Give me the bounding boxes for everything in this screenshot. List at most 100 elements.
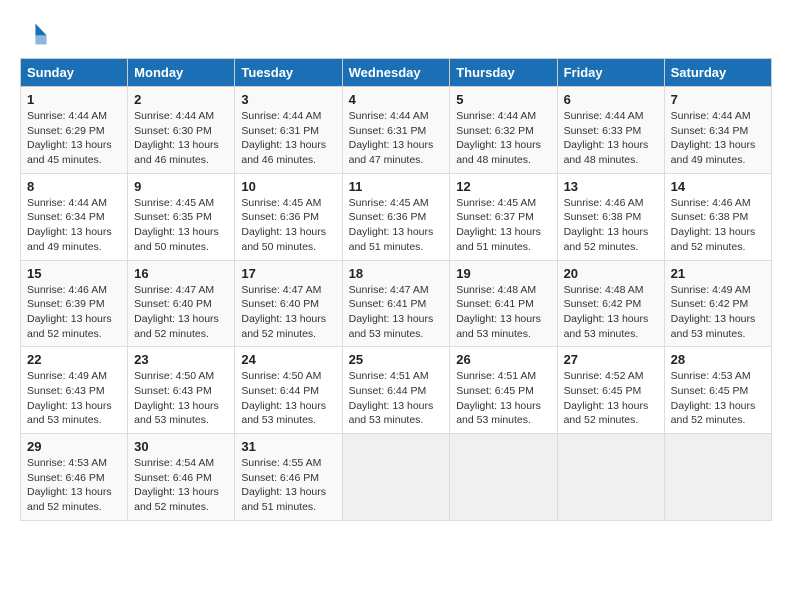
day-number: 23 [134,352,228,367]
calendar-cell: 12 Sunrise: 4:45 AMSunset: 6:37 PMDayligh… [450,173,557,260]
day-number: 3 [241,92,335,107]
day-info: Sunrise: 4:44 AMSunset: 6:32 PMDaylight:… [456,109,550,168]
calendar-cell: 16 Sunrise: 4:47 AMSunset: 6:40 PMDayligh… [128,260,235,347]
calendar-cell: 23 Sunrise: 4:50 AMSunset: 6:43 PMDayligh… [128,347,235,434]
calendar-week-1: 1Sunrise: 4:44 AMSunset: 6:29 PMDaylight… [21,87,772,174]
calendar-cell: 19Sunrise: 4:48 AMSunset: 6:41 PMDayligh… [450,260,557,347]
calendar-cell [450,434,557,521]
day-number: 16 [134,266,228,281]
calendar-header-wednesday: Wednesday [342,59,450,87]
calendar-cell: 31 Sunrise: 4:55 AMSunset: 6:46 PMDayligh… [235,434,342,521]
day-number: 2 [134,92,228,107]
day-number: 5 [456,92,550,107]
day-number: 6 [564,92,658,107]
calendar-cell: 24 Sunrise: 4:50 AMSunset: 6:44 PMDayligh… [235,347,342,434]
day-info: Sunrise: 4:46 AMSunset: 6:38 PMDaylight:… [671,196,765,255]
day-number: 11 [349,179,444,194]
calendar-cell: 7 Sunrise: 4:44 AMSunset: 6:34 PMDaylight… [664,87,771,174]
day-number: 31 [241,439,335,454]
day-info: Sunrise: 4:47 AMSunset: 6:40 PMDaylight:… [241,283,335,342]
day-info: Sunrise: 4:44 AMSunset: 6:34 PMDaylight:… [27,196,121,255]
day-info: Sunrise: 4:47 AMSunset: 6:40 PMDaylight:… [134,283,228,342]
day-number: 15 [27,266,121,281]
day-info: Sunrise: 4:44 AMSunset: 6:34 PMDaylight:… [671,109,765,168]
calendar-cell: 29 Sunrise: 4:53 AMSunset: 6:46 PMDayligh… [21,434,128,521]
calendar-week-3: 15 Sunrise: 4:46 AMSunset: 6:39 PMDayligh… [21,260,772,347]
day-info: Sunrise: 4:44 AMSunset: 6:33 PMDaylight:… [564,109,658,168]
calendar-header-sunday: Sunday [21,59,128,87]
day-number: 28 [671,352,765,367]
day-number: 29 [27,439,121,454]
day-number: 24 [241,352,335,367]
calendar-week-2: 8 Sunrise: 4:44 AMSunset: 6:34 PMDaylight… [21,173,772,260]
calendar-week-5: 29 Sunrise: 4:53 AMSunset: 6:46 PMDayligh… [21,434,772,521]
calendar-cell: 9Sunrise: 4:45 AMSunset: 6:35 PMDaylight… [128,173,235,260]
day-info: Sunrise: 4:46 AMSunset: 6:38 PMDaylight:… [564,196,658,255]
calendar-cell: 8 Sunrise: 4:44 AMSunset: 6:34 PMDaylight… [21,173,128,260]
day-number: 8 [27,179,121,194]
day-info: Sunrise: 4:49 AMSunset: 6:43 PMDaylight:… [27,369,121,428]
logo-icon [20,20,48,48]
calendar-cell: 5 Sunrise: 4:44 AMSunset: 6:32 PMDaylight… [450,87,557,174]
calendar-cell [557,434,664,521]
day-number: 21 [671,266,765,281]
calendar-cell: 14Sunrise: 4:46 AMSunset: 6:38 PMDayligh… [664,173,771,260]
day-number: 13 [564,179,658,194]
day-info: Sunrise: 4:48 AMSunset: 6:41 PMDaylight:… [456,283,550,342]
day-info: Sunrise: 4:53 AMSunset: 6:46 PMDaylight:… [27,456,121,515]
day-info: Sunrise: 4:45 AMSunset: 6:36 PMDaylight:… [241,196,335,255]
day-number: 20 [564,266,658,281]
day-info: Sunrise: 4:52 AMSunset: 6:45 PMDaylight:… [564,369,658,428]
day-number: 9 [134,179,228,194]
calendar-cell: 17 Sunrise: 4:47 AMSunset: 6:40 PMDayligh… [235,260,342,347]
day-number: 17 [241,266,335,281]
calendar-header-monday: Monday [128,59,235,87]
calendar-cell: 25Sunrise: 4:51 AMSunset: 6:44 PMDayligh… [342,347,450,434]
calendar-cell: 27 Sunrise: 4:52 AMSunset: 6:45 PMDayligh… [557,347,664,434]
day-number: 22 [27,352,121,367]
day-number: 1 [27,92,121,107]
calendar-cell: 28Sunrise: 4:53 AMSunset: 6:45 PMDayligh… [664,347,771,434]
calendar-cell [342,434,450,521]
day-number: 7 [671,92,765,107]
day-number: 4 [349,92,444,107]
day-info: Sunrise: 4:50 AMSunset: 6:44 PMDaylight:… [241,369,335,428]
day-info: Sunrise: 4:54 AMSunset: 6:46 PMDaylight:… [134,456,228,515]
calendar-cell: 22 Sunrise: 4:49 AMSunset: 6:43 PMDayligh… [21,347,128,434]
calendar-cell: 15 Sunrise: 4:46 AMSunset: 6:39 PMDayligh… [21,260,128,347]
calendar-table: SundayMondayTuesdayWednesdayThursdayFrid… [20,58,772,521]
logo [20,20,52,48]
day-info: Sunrise: 4:44 AMSunset: 6:31 PMDaylight:… [241,109,335,168]
calendar-cell: 3 Sunrise: 4:44 AMSunset: 6:31 PMDaylight… [235,87,342,174]
day-number: 27 [564,352,658,367]
calendar-cell: 30 Sunrise: 4:54 AMSunset: 6:46 PMDayligh… [128,434,235,521]
day-info: Sunrise: 4:44 AMSunset: 6:30 PMDaylight:… [134,109,228,168]
day-info: Sunrise: 4:50 AMSunset: 6:43 PMDaylight:… [134,369,228,428]
day-info: Sunrise: 4:47 AMSunset: 6:41 PMDaylight:… [349,283,444,342]
page-header [20,20,772,48]
day-info: Sunrise: 4:49 AMSunset: 6:42 PMDaylight:… [671,283,765,342]
day-number: 30 [134,439,228,454]
day-info: Sunrise: 4:55 AMSunset: 6:46 PMDaylight:… [241,456,335,515]
day-info: Sunrise: 4:45 AMSunset: 6:37 PMDaylight:… [456,196,550,255]
day-number: 10 [241,179,335,194]
calendar-cell [664,434,771,521]
calendar-cell: 11 Sunrise: 4:45 AMSunset: 6:36 PMDayligh… [342,173,450,260]
calendar-header-friday: Friday [557,59,664,87]
calendar-header-tuesday: Tuesday [235,59,342,87]
calendar-cell: 18Sunrise: 4:47 AMSunset: 6:41 PMDayligh… [342,260,450,347]
day-info: Sunrise: 4:44 AMSunset: 6:31 PMDaylight:… [349,109,444,168]
calendar-cell: 4 Sunrise: 4:44 AMSunset: 6:31 PMDaylight… [342,87,450,174]
calendar-header-saturday: Saturday [664,59,771,87]
calendar-cell: 21 Sunrise: 4:49 AMSunset: 6:42 PMDayligh… [664,260,771,347]
day-info: Sunrise: 4:45 AMSunset: 6:36 PMDaylight:… [349,196,444,255]
calendar-cell: 10 Sunrise: 4:45 AMSunset: 6:36 PMDayligh… [235,173,342,260]
day-number: 12 [456,179,550,194]
day-info: Sunrise: 4:51 AMSunset: 6:45 PMDaylight:… [456,369,550,428]
calendar-week-4: 22 Sunrise: 4:49 AMSunset: 6:43 PMDayligh… [21,347,772,434]
day-number: 26 [456,352,550,367]
calendar-cell: 1Sunrise: 4:44 AMSunset: 6:29 PMDaylight… [21,87,128,174]
calendar-header-thursday: Thursday [450,59,557,87]
day-info: Sunrise: 4:46 AMSunset: 6:39 PMDaylight:… [27,283,121,342]
day-info: Sunrise: 4:48 AMSunset: 6:42 PMDaylight:… [564,283,658,342]
